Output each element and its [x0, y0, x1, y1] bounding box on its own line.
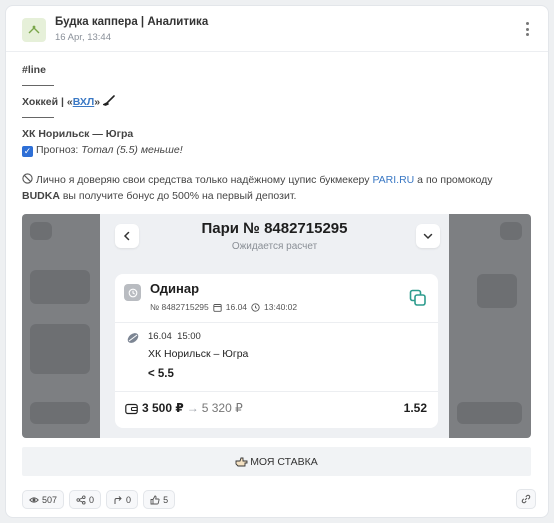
- share-counter[interactable]: 0: [69, 490, 102, 509]
- more-options-icon[interactable]: [520, 20, 534, 38]
- wallet-icon: [125, 403, 138, 415]
- copy-icon[interactable]: [408, 288, 428, 308]
- bet-number: № 8482715295: [150, 302, 209, 312]
- forwards-count: 0: [126, 494, 132, 505]
- hockey-stick-icon: [101, 95, 115, 106]
- link-icon: [521, 494, 531, 504]
- no-entry-icon: [22, 173, 33, 184]
- league-line: Хоккей | «ВХЛ»: [22, 94, 534, 110]
- payout-amount: 5 320 ₽: [201, 401, 243, 415]
- post-date: 16 Apr, 13:44: [55, 32, 111, 43]
- pointing-hand-icon: [235, 457, 248, 467]
- event-teams: ХК Норильск – Югра: [148, 348, 249, 360]
- forecast-line: ✓ Прогноз: Тотал (5.5) меньше!: [22, 142, 534, 158]
- bet-screenshot[interactable]: Пари № 8482715295 Ожидается расчет Одина…: [22, 214, 531, 438]
- copy-link-button[interactable]: [516, 489, 536, 509]
- thumbs-up-icon: [150, 495, 160, 504]
- hockey-logo-icon: [28, 25, 40, 34]
- chevron-down-icon: [423, 233, 433, 240]
- clock-icon: [124, 284, 141, 301]
- checkbox-icon: ✓: [22, 146, 33, 157]
- event-datetime: 16.04 15:00: [148, 331, 201, 342]
- bet-meta: № 8482715295 16.04 13:40:02: [150, 302, 297, 312]
- divider-line: [22, 85, 54, 86]
- promo-link[interactable]: PARI.RU: [372, 174, 414, 186]
- likes-counter[interactable]: 5: [143, 490, 176, 509]
- share-icon: [76, 494, 86, 505]
- expand-button[interactable]: [416, 224, 440, 248]
- promo-code: BUDKA: [22, 190, 60, 202]
- promo-text-1: Лично я доверяю свои средства только над…: [35, 174, 373, 186]
- bet-details-card: Одинар № 8482715295 16.04 13:40:02 16.04…: [115, 274, 438, 428]
- channel-avatar[interactable]: [22, 18, 46, 42]
- bet-slip-header: Пари № 8482715295 Ожидается расчет: [100, 214, 449, 268]
- league-link[interactable]: ВХЛ: [73, 96, 95, 108]
- match-title: ХК Норильск — Югра: [22, 128, 134, 140]
- league-suffix: »: [94, 96, 101, 108]
- post-footer: 507 0 0 5: [22, 490, 176, 510]
- post-text: #line Хоккей | «ВХЛ» ХК Норильск — Югра …: [22, 62, 534, 204]
- bet-date: 16.04: [225, 302, 248, 312]
- divider-line: [22, 117, 54, 118]
- channel-name[interactable]: Будка каппера | Аналитика: [55, 16, 208, 28]
- forecast-value: Тотал (5.5) меньше!: [81, 144, 183, 156]
- shares-count: 0: [89, 494, 95, 505]
- forward-counter[interactable]: 0: [106, 490, 139, 509]
- post-header: Будка каппера | Аналитика 16 Apr, 13:44: [6, 6, 548, 52]
- event-pick: < 5.5: [148, 368, 174, 380]
- arrow-right-icon: →: [186, 401, 199, 415]
- bet-title: Пари № 8482715295: [201, 220, 348, 237]
- views-counter[interactable]: 507: [22, 490, 65, 509]
- bet-time: 13:40:02: [264, 302, 298, 312]
- promo-text-3: вы получите бонус до 500% на первый депо…: [59, 190, 297, 202]
- stake-line: 3 500 ₽ → 5 320 ₽: [142, 401, 243, 415]
- league-prefix: Хоккей | «: [22, 96, 73, 108]
- my-bet-button[interactable]: МОЯ СТАВКА: [22, 447, 531, 476]
- forecast-label: Прогноз:: [36, 144, 82, 156]
- eye-icon: [29, 496, 39, 503]
- my-bet-label: МОЯ СТАВКА: [250, 455, 318, 468]
- hashtag-link[interactable]: #line: [22, 64, 46, 76]
- bet-odds: 1.52: [403, 401, 427, 415]
- bet-slip: Пари № 8482715295 Ожидается расчет Одина…: [100, 214, 449, 438]
- promo-line-1: Лично я доверяю свои средства только над…: [22, 172, 534, 188]
- hockey-puck-icon: [127, 333, 139, 343]
- post-card: Будка каппера | Аналитика 16 Apr, 13:44 …: [5, 5, 549, 518]
- forward-icon: [114, 495, 122, 504]
- promo-text-2: а по промокоду: [414, 174, 493, 186]
- promo-line-2: BUDKA вы получите бонус до 500% на первы…: [22, 188, 534, 204]
- bet-type: Одинар: [150, 281, 200, 296]
- likes-count: 5: [163, 494, 169, 505]
- time-icon: [251, 302, 260, 312]
- bet-status: Ожидается расчет: [231, 241, 318, 252]
- calendar-icon: [213, 303, 222, 312]
- views-count: 507: [42, 494, 58, 505]
- stake-amount: 3 500 ₽: [142, 401, 184, 415]
